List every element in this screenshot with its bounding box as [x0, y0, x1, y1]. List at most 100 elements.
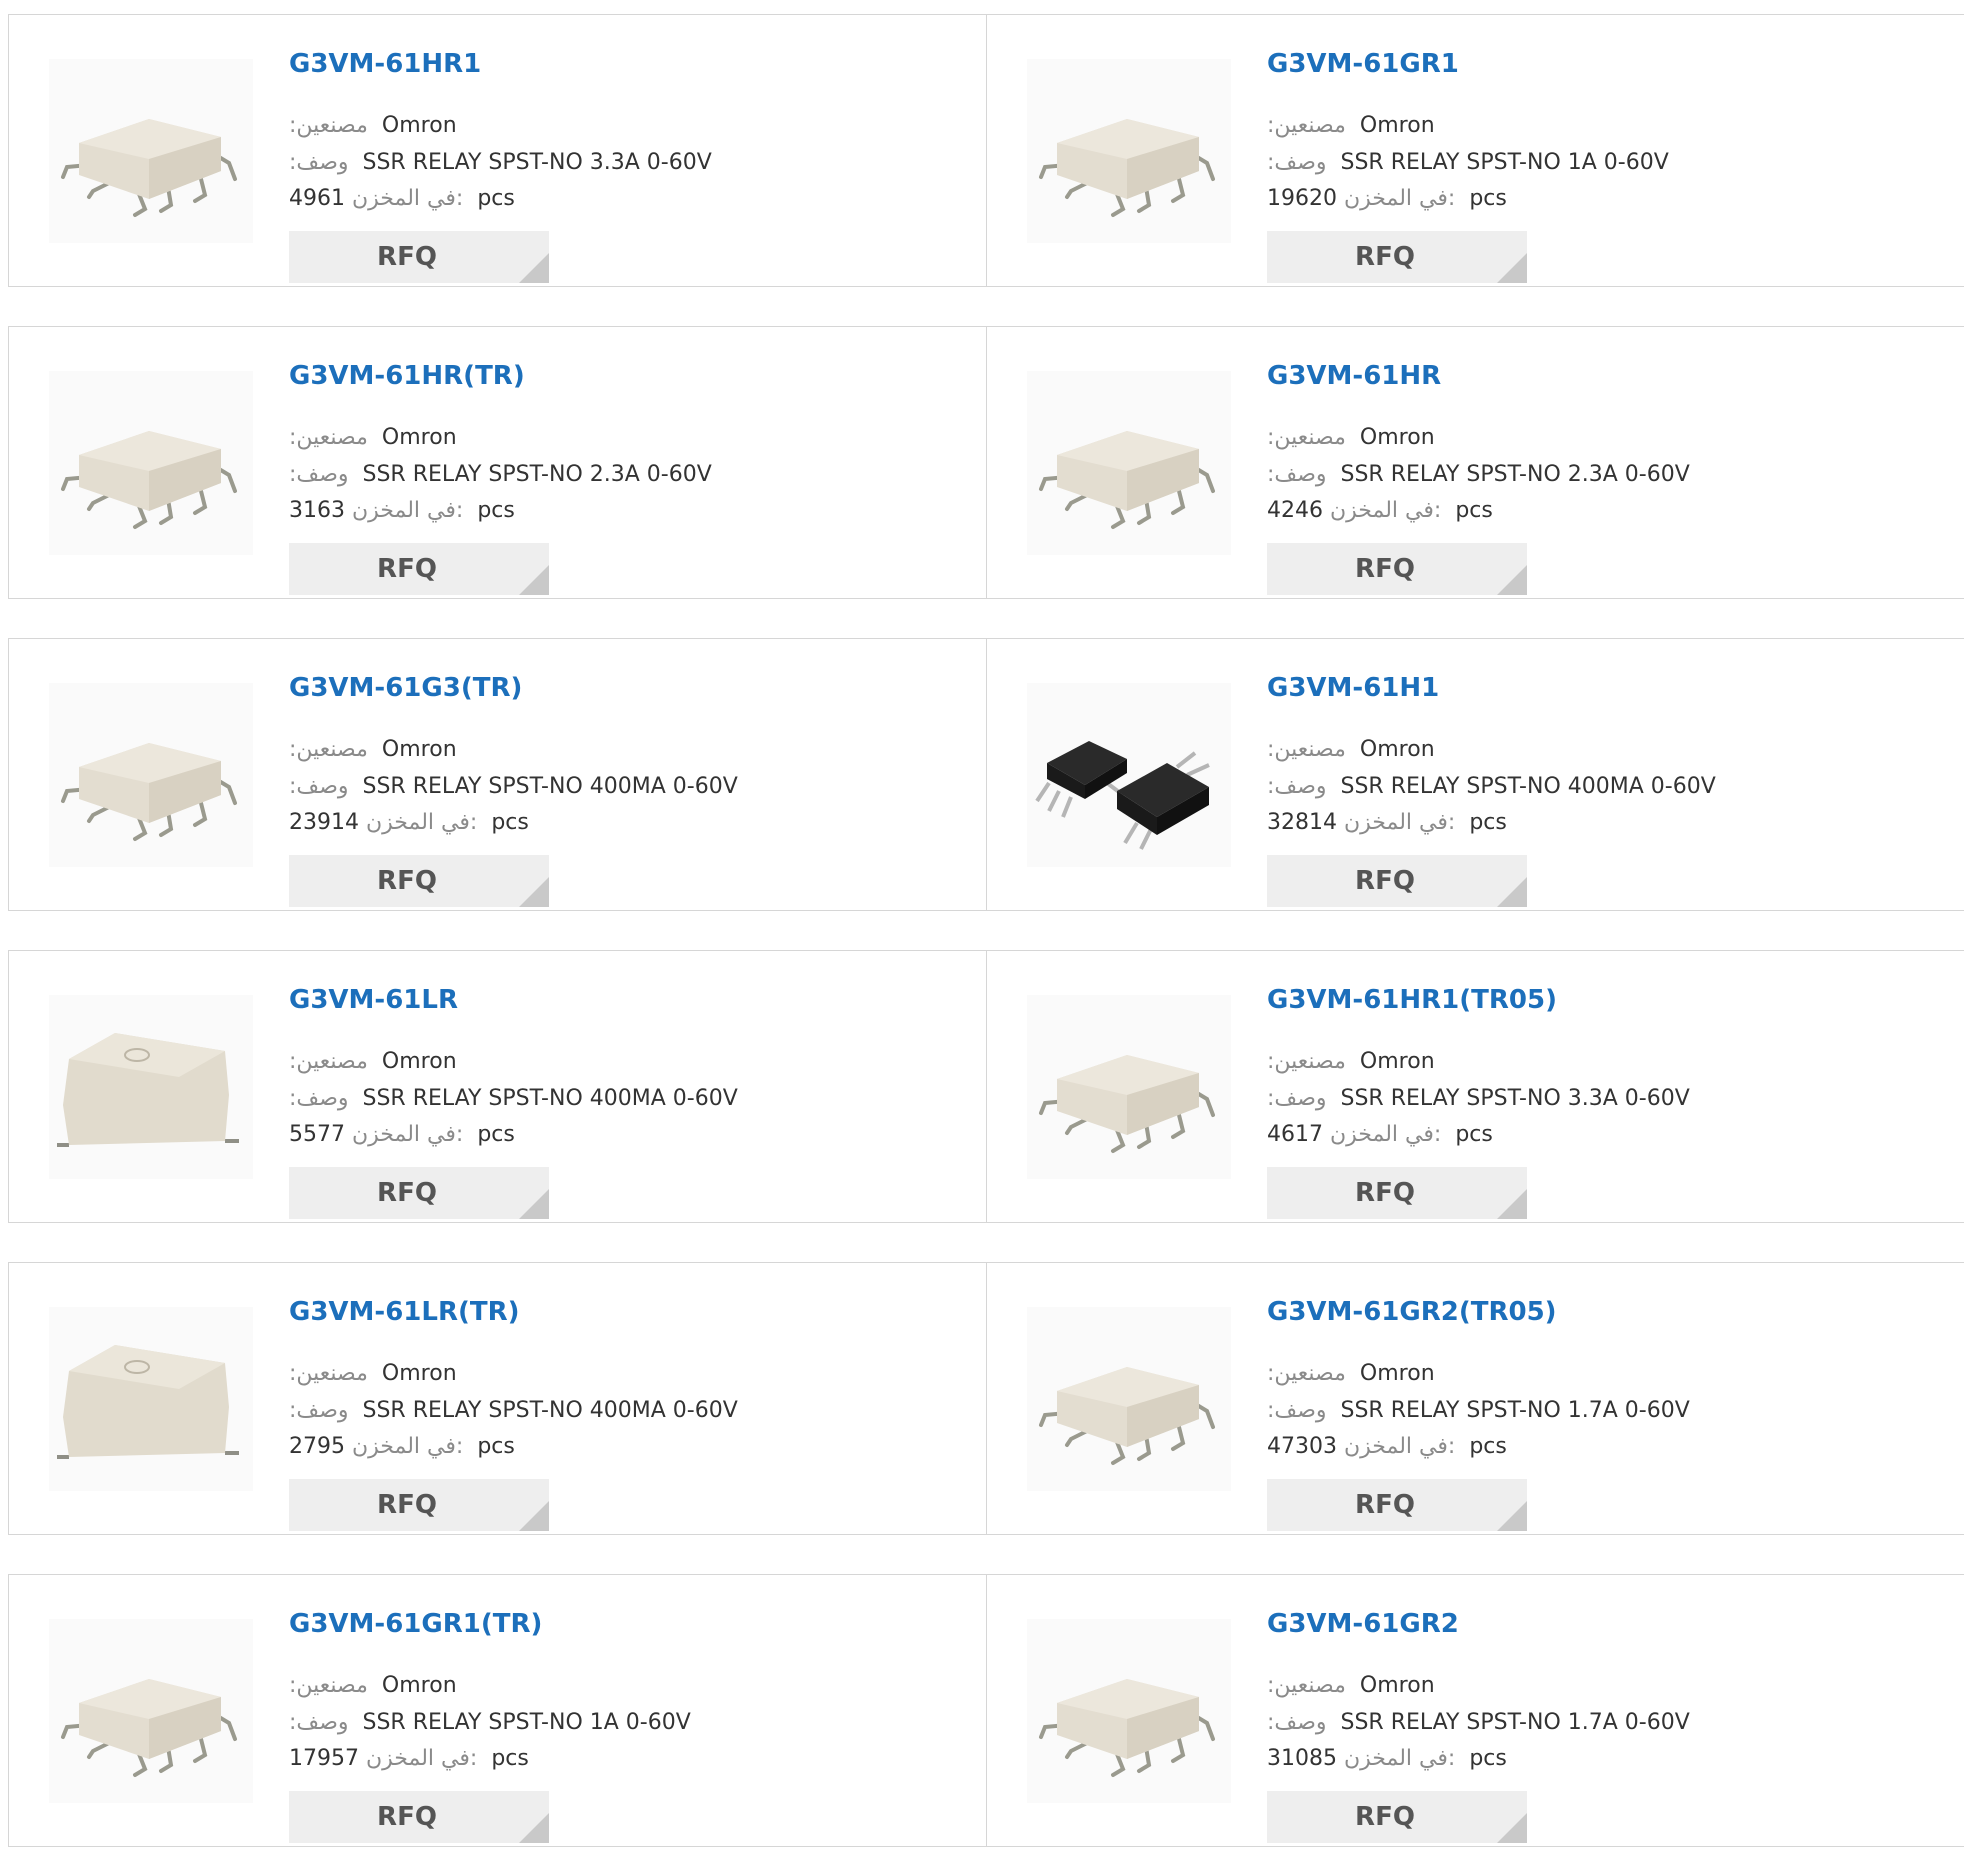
rfq-button[interactable]: RFQ — [1267, 1167, 1527, 1219]
stock-unit: pcs — [491, 1746, 529, 1771]
product-row: G3VM-61G3(TR) :مصنعين Omron :وصف SSR RELAY… — [8, 638, 1964, 913]
stock-line: 32814 في المخزن: pcs — [1267, 808, 1507, 838]
stock-value: 4617 — [1267, 1122, 1323, 1147]
manufacturer-value: Omron — [1359, 425, 1435, 450]
rfq-button[interactable]: RFQ — [289, 855, 549, 907]
rfq-button-label: RFQ — [1355, 866, 1415, 896]
description-line: :وصف SSR RELAY SPST-NO 1A 0-60V — [289, 1708, 691, 1738]
description-line: :وصف SSR RELAY SPST-NO 400MA 0-60V — [1267, 772, 1716, 802]
part-number-link[interactable]: G3VM-61G3(TR) — [289, 673, 522, 703]
part-number-link[interactable]: G3VM-61HR1 — [289, 49, 481, 79]
corner-triangle-icon — [1497, 877, 1527, 907]
part-number-link[interactable]: G3VM-61HR1(TR05) — [1267, 985, 1557, 1015]
rfq-button-label: RFQ — [377, 866, 437, 896]
corner-triangle-icon — [519, 253, 549, 283]
stock-label: في المخزن: — [366, 810, 478, 835]
rfq-button[interactable]: RFQ — [289, 543, 549, 595]
manufacturer-label: :مصنعين — [289, 1361, 368, 1386]
product-card-g3vm-61hr1: G3VM-61HR1:مصنعين Omron:وصف SSR RELAY SP… — [8, 14, 988, 287]
description-value: SSR RELAY SPST-NO 3.3A 0-60V — [362, 150, 712, 175]
manufacturer-label: :مصنعين — [1267, 425, 1346, 450]
part-number-link[interactable]: G3VM-61GR1 — [1267, 49, 1459, 79]
relay-chip-black-pair-icon[interactable] — [1027, 683, 1231, 867]
part-number-link[interactable]: G3VM-61GR2(TR05) — [1267, 1297, 1557, 1327]
stock-label: في المخزن: — [366, 1746, 478, 1771]
description-value: SSR RELAY SPST-NO 1.7A 0-60V — [1340, 1398, 1690, 1423]
stock-line: 23914 في المخزن: pcs — [289, 808, 529, 838]
manufacturer-label: :مصنعين — [1267, 113, 1346, 138]
stock-line: 31085 في المخزن: pcs — [1267, 1744, 1507, 1774]
relay-chip-beige-icon[interactable] — [49, 1619, 253, 1803]
part-number-link[interactable]: G3VM-61HR(TR) — [289, 361, 525, 391]
relay-chip-beige-icon[interactable] — [1027, 59, 1231, 243]
rfq-button[interactable]: RFQ — [1267, 1479, 1527, 1531]
product-card-g3vm-61lr: G3VM-61LR:مصنعين Omron:وصف SSR RELAY SPS… — [8, 950, 988, 1223]
relay-chip-beige-icon[interactable] — [1027, 1619, 1231, 1803]
stock-value: 2795 — [289, 1434, 345, 1459]
description-label: :وصف — [1267, 1086, 1327, 1111]
description-label: :وصف — [289, 1086, 349, 1111]
description-label: :وصف — [1267, 150, 1327, 175]
relay-chip-beige-icon[interactable] — [49, 683, 253, 867]
rfq-button-label: RFQ — [1355, 554, 1415, 584]
description-label: :وصف — [289, 774, 349, 799]
relay-chip-beige-icon[interactable] — [1027, 1307, 1231, 1491]
stock-label: في المخزن: — [352, 186, 464, 211]
manufacturer-value: Omron — [381, 1361, 457, 1386]
stock-unit: pcs — [477, 186, 515, 211]
stock-unit: pcs — [1469, 1434, 1507, 1459]
stock-line: 4246 في المخزن: pcs — [1267, 496, 1493, 526]
description-line: :وصف SSR RELAY SPST-NO 2.3A 0-60V — [1267, 460, 1690, 490]
rfq-button-label: RFQ — [1355, 1178, 1415, 1208]
description-label: :وصف — [1267, 1710, 1327, 1735]
product-card-g3vm-61hr-tr: G3VM-61HR(TR):مصنعين Omron:وصف SSR RELAY… — [8, 326, 988, 599]
stock-line: 4961 في المخزن: pcs — [289, 184, 515, 214]
manufacturer-value: Omron — [381, 1673, 457, 1698]
corner-triangle-icon — [1497, 1189, 1527, 1219]
relay-block-beige-icon[interactable] — [49, 995, 253, 1179]
manufacturer-label: :مصنعين — [289, 1049, 368, 1074]
description-line: :وصف SSR RELAY SPST-NO 400MA 0-60V — [289, 772, 738, 802]
stock-label: في المخزن: — [352, 1434, 464, 1459]
description-value: SSR RELAY SPST-NO 1A 0-60V — [1340, 150, 1669, 175]
description-line: :وصف SSR RELAY SPST-NO 1A 0-60V — [1267, 148, 1669, 178]
rfq-button[interactable]: RFQ — [1267, 855, 1527, 907]
description-label: :وصف — [289, 1398, 349, 1423]
manufacturer-value: Omron — [381, 737, 457, 762]
part-number-link[interactable]: G3VM-61GR1(TR) — [289, 1609, 542, 1639]
stock-unit: pcs — [477, 498, 515, 523]
rfq-button[interactable]: RFQ — [1267, 231, 1527, 283]
relay-chip-beige-icon[interactable] — [1027, 995, 1231, 1179]
stock-value: 5577 — [289, 1122, 345, 1147]
manufacturer-line: :مصنعين Omron — [289, 735, 457, 765]
description-value: SSR RELAY SPST-NO 3.3A 0-60V — [1340, 1086, 1690, 1111]
part-number-link[interactable]: G3VM-61LR(TR) — [289, 1297, 520, 1327]
relay-chip-beige-icon[interactable] — [49, 371, 253, 555]
rfq-button[interactable]: RFQ — [289, 1479, 549, 1531]
rfq-button-label: RFQ — [377, 1490, 437, 1520]
description-label: :وصف — [289, 150, 349, 175]
rfq-button[interactable]: RFQ — [1267, 543, 1527, 595]
part-number-link[interactable]: G3VM-61HR — [1267, 361, 1441, 391]
rfq-button[interactable]: RFQ — [289, 1791, 549, 1843]
rfq-button[interactable]: RFQ — [289, 231, 549, 283]
relay-chip-beige-icon[interactable] — [1027, 371, 1231, 555]
stock-label: في المخزن: — [1344, 1434, 1456, 1459]
stock-line: 19620 في المخزن: pcs — [1267, 184, 1507, 214]
part-number-link[interactable]: G3VM-61LR — [289, 985, 458, 1015]
rfq-button-label: RFQ — [377, 1802, 437, 1832]
description-line: :وصف SSR RELAY SPST-NO 1.7A 0-60V — [1267, 1708, 1690, 1738]
manufacturer-line: :مصنعين Omron — [289, 1359, 457, 1389]
stock-line: 4617 في المخزن: pcs — [1267, 1120, 1493, 1150]
part-number-link[interactable]: G3VM-61GR2 — [1267, 1609, 1459, 1639]
rfq-button[interactable]: RFQ — [1267, 1791, 1527, 1843]
part-number-link[interactable]: G3VM-61H1 — [1267, 673, 1439, 703]
manufacturer-line: :مصنعين Omron — [1267, 1671, 1435, 1701]
description-line: :وصف SSR RELAY SPST-NO 3.3A 0-60V — [289, 148, 712, 178]
manufacturer-label: :مصنعين — [289, 113, 368, 138]
relay-block-beige-icon[interactable] — [49, 1307, 253, 1491]
stock-label: في المخزن: — [1330, 498, 1442, 523]
relay-chip-beige-icon[interactable] — [49, 59, 253, 243]
rfq-button[interactable]: RFQ — [289, 1167, 549, 1219]
product-card-g3vm-61lr-tr: G3VM-61LR(TR):مصنعين Omron:وصف SSR RELAY… — [8, 1262, 988, 1535]
